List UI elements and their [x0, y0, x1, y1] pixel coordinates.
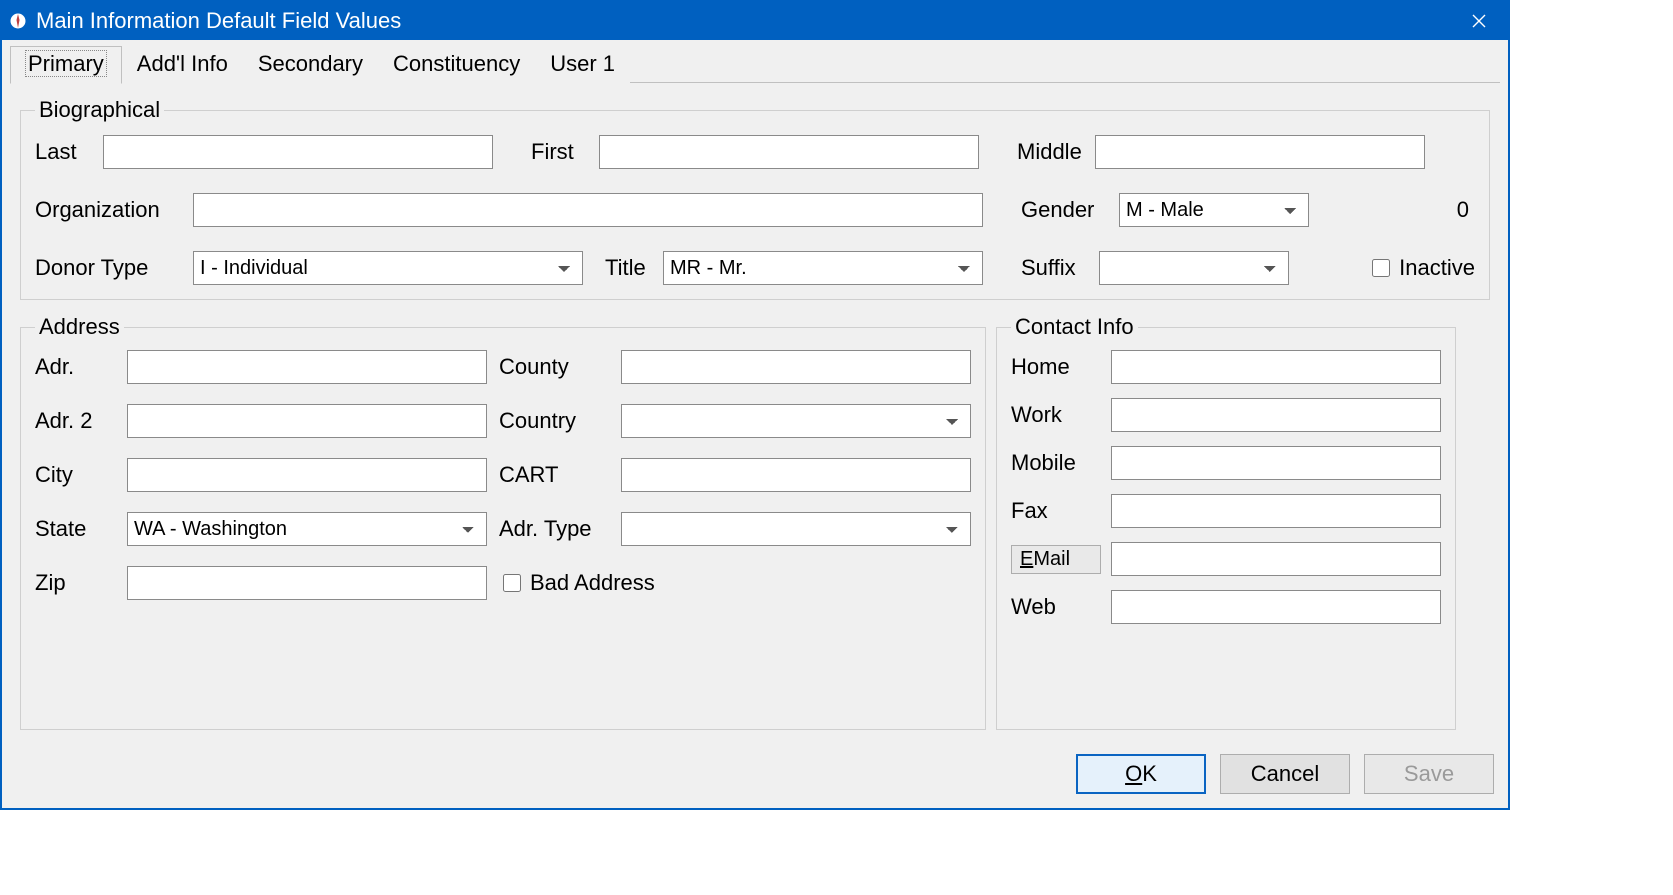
web-input[interactable]: [1111, 590, 1441, 624]
label-mobile: Mobile: [1011, 450, 1101, 476]
group-contact-info: Contact Info Home Work Mobile Fax EMail …: [996, 314, 1456, 730]
label-last: Last: [35, 139, 95, 165]
work-input[interactable]: [1111, 398, 1441, 432]
adr-type-select[interactable]: [621, 512, 971, 546]
group-biographical: Biographical Last First Middle Organizat…: [20, 97, 1490, 300]
donor-type-select[interactable]: I - Individual: [193, 251, 583, 285]
gender-select[interactable]: M - Male: [1119, 193, 1309, 227]
legend-biographical: Biographical: [35, 97, 164, 123]
label-adr: Adr.: [35, 354, 115, 380]
label-donor-type: Donor Type: [35, 255, 185, 281]
dialog-window: Main Information Default Field Values Pr…: [0, 0, 1510, 810]
ok-button[interactable]: OK: [1076, 754, 1206, 794]
label-adr-type: Adr. Type: [499, 516, 609, 542]
adr2-input[interactable]: [127, 404, 487, 438]
label-middle: Middle: [1017, 139, 1087, 165]
legend-contact: Contact Info: [1011, 314, 1138, 340]
label-organization: Organization: [35, 197, 185, 223]
last-input[interactable]: [103, 135, 493, 169]
client-area: Primary Add'l Info Secondary Constituenc…: [2, 40, 1508, 808]
tab-panel-primary: Biographical Last First Middle Organizat…: [10, 83, 1500, 740]
label-zip: Zip: [35, 570, 115, 596]
label-title: Title: [605, 255, 655, 281]
save-button[interactable]: Save: [1364, 754, 1494, 794]
city-input[interactable]: [127, 458, 487, 492]
bad-address-checkbox[interactable]: [503, 574, 521, 592]
close-icon: [1472, 14, 1486, 28]
title-select[interactable]: MR - Mr.: [663, 251, 983, 285]
label-country: Country: [499, 408, 609, 434]
zip-input[interactable]: [127, 566, 487, 600]
window-title: Main Information Default Field Values: [36, 8, 401, 34]
county-input[interactable]: [621, 350, 971, 384]
tab-addl-info[interactable]: Add'l Info: [122, 46, 243, 83]
mobile-input[interactable]: [1111, 446, 1441, 480]
cart-input[interactable]: [621, 458, 971, 492]
home-input[interactable]: [1111, 350, 1441, 384]
label-inactive: Inactive: [1399, 255, 1475, 281]
label-web: Web: [1011, 594, 1101, 620]
inactive-checkbox[interactable]: [1372, 259, 1390, 277]
email-input[interactable]: [1111, 542, 1441, 576]
label-bad-address: Bad Address: [530, 570, 655, 596]
label-first: First: [531, 139, 591, 165]
legend-address: Address: [35, 314, 124, 340]
country-select[interactable]: [621, 404, 971, 438]
organization-input[interactable]: [193, 193, 983, 227]
label-gender: Gender: [1021, 197, 1111, 223]
middle-input[interactable]: [1095, 135, 1425, 169]
adr-input[interactable]: [127, 350, 487, 384]
state-select[interactable]: WA - Washington: [127, 512, 487, 546]
group-address: Address Adr. County Adr. 2 Country City …: [20, 314, 986, 730]
button-bar: OK Cancel Save: [10, 740, 1500, 800]
app-icon: [8, 11, 28, 31]
label-fax: Fax: [1011, 498, 1101, 524]
tab-user1[interactable]: User 1: [535, 46, 630, 83]
suffix-select[interactable]: [1099, 251, 1289, 285]
email-button[interactable]: EMail: [1011, 545, 1101, 574]
label-county: County: [499, 354, 609, 380]
label-home: Home: [1011, 354, 1101, 380]
titlebar: Main Information Default Field Values: [2, 2, 1508, 40]
close-button[interactable]: [1456, 2, 1502, 40]
tabstrip: Primary Add'l Info Secondary Constituenc…: [10, 46, 1500, 83]
label-suffix: Suffix: [1021, 255, 1091, 281]
first-input[interactable]: [599, 135, 979, 169]
label-cart: CART: [499, 462, 609, 488]
label-work: Work: [1011, 402, 1101, 428]
zero-indicator: 0: [1457, 197, 1475, 223]
label-state: State: [35, 516, 115, 542]
label-city: City: [35, 462, 115, 488]
tab-constituency[interactable]: Constituency: [378, 46, 535, 83]
label-adr2: Adr. 2: [35, 408, 115, 434]
tab-primary[interactable]: Primary: [10, 46, 122, 84]
tab-secondary[interactable]: Secondary: [243, 46, 378, 83]
fax-input[interactable]: [1111, 494, 1441, 528]
cancel-button[interactable]: Cancel: [1220, 754, 1350, 794]
